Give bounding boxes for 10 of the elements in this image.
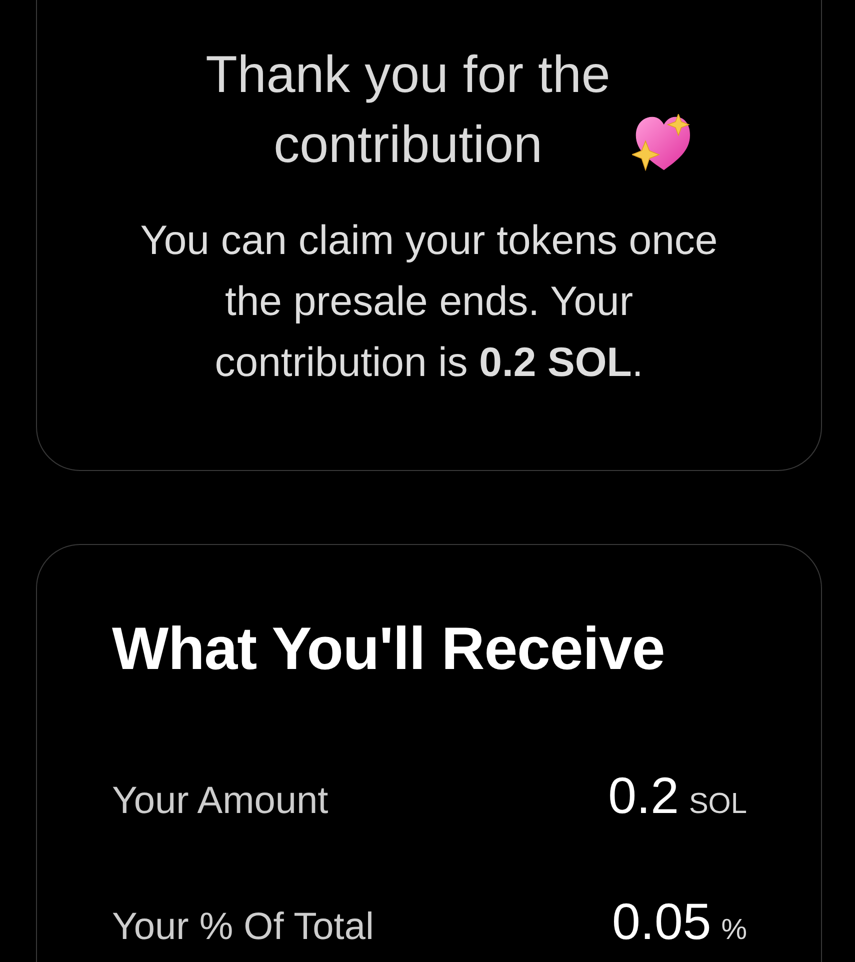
row-value: 0.05 — [612, 892, 712, 951]
row-unit: % — [721, 914, 747, 947]
row-label: Your % Of Total — [112, 906, 374, 949]
contribution-message: You can claim your tokens once the presale ends. Your contribution is 0.2 SOL. — [139, 216, 719, 387]
section-heading: What You'll Receive — [112, 614, 666, 684]
row-label: Your Amount — [112, 780, 328, 823]
row-unit: SOL — [688, 788, 747, 821]
row-value: 0.2 — [608, 766, 679, 825]
thank-you-title: Thank you for the contribution — [204, 45, 612, 176]
sparkling-heart-icon — [632, 114, 690, 172]
